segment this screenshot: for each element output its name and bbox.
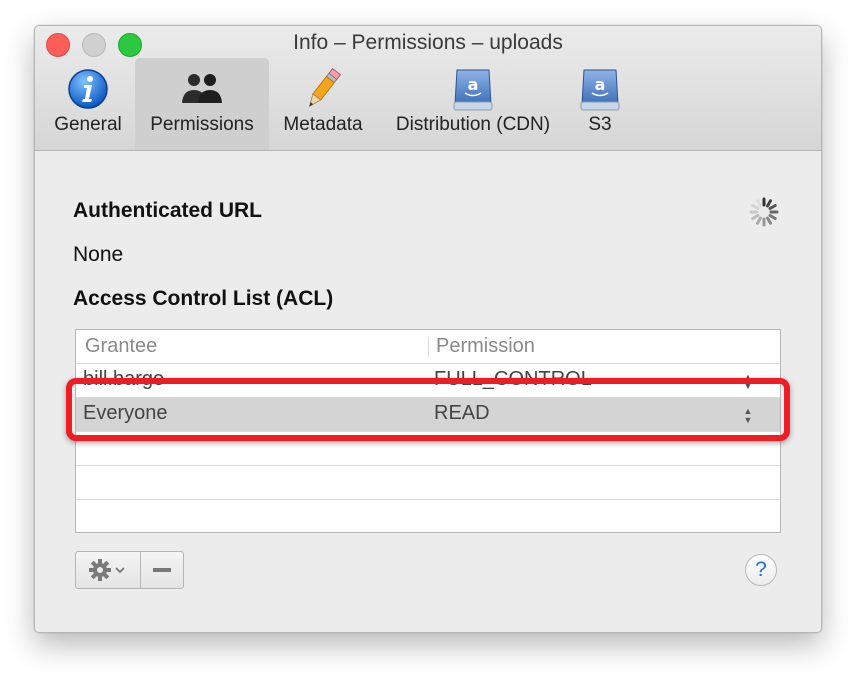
amazon-drive-icon: a <box>379 64 567 114</box>
acl-action-buttons <box>75 551 184 589</box>
acl-heading: Access Control List (ACL) <box>73 287 334 310</box>
tab-metadata[interactable]: Metadata <box>271 58 375 150</box>
tab-distribution-cdn-label: Distribution (CDN) <box>395 114 551 135</box>
info-icon <box>43 64 133 114</box>
tab-permissions-label: Permissions <box>150 114 254 135</box>
minus-icon <box>153 568 171 572</box>
highlight-annotation <box>66 378 790 441</box>
tab-metadata-label: Metadata <box>283 114 363 135</box>
tab-distribution-cdn[interactable]: a Distribution (CDN) <box>379 58 567 150</box>
svg-text:a: a <box>595 75 606 94</box>
chevron-down-icon <box>115 567 125 574</box>
users-icon <box>135 64 269 114</box>
action-menu-button[interactable] <box>76 552 141 588</box>
gear-icon <box>89 559 111 581</box>
tab-s3-label: S3 <box>588 114 612 135</box>
svg-text:a: a <box>468 75 479 94</box>
tab-general[interactable]: General <box>43 58 133 150</box>
remove-grantee-button[interactable] <box>141 552 183 588</box>
column-header-permission[interactable]: Permission <box>436 335 535 358</box>
tab-general-label: General <box>54 114 122 135</box>
title-bar: Info – Permissions – uploads General Per… <box>35 26 821 151</box>
window-title: Info – Permissions – uploads <box>293 31 563 54</box>
tab-s3[interactable]: a S3 <box>569 58 631 150</box>
column-divider <box>428 337 429 357</box>
amazon-drive-icon: a <box>569 64 631 114</box>
info-window: Info – Permissions – uploads General Per… <box>34 25 822 633</box>
tab-permissions[interactable]: Permissions <box>135 58 269 150</box>
help-button[interactable]: ? <box>745 554 777 586</box>
authenticated-url-value: None <box>73 243 124 266</box>
empty-row <box>76 466 780 500</box>
acl-table-header: Grantee Permission <box>76 330 780 364</box>
permissions-panel: Authenticated URL None Access Control Li… <box>35 151 821 632</box>
pencil-icon <box>271 64 375 114</box>
column-header-grantee[interactable]: Grantee <box>85 335 157 358</box>
loading-spinner-icon <box>748 196 780 228</box>
authenticated-url-heading: Authenticated URL <box>73 199 262 222</box>
